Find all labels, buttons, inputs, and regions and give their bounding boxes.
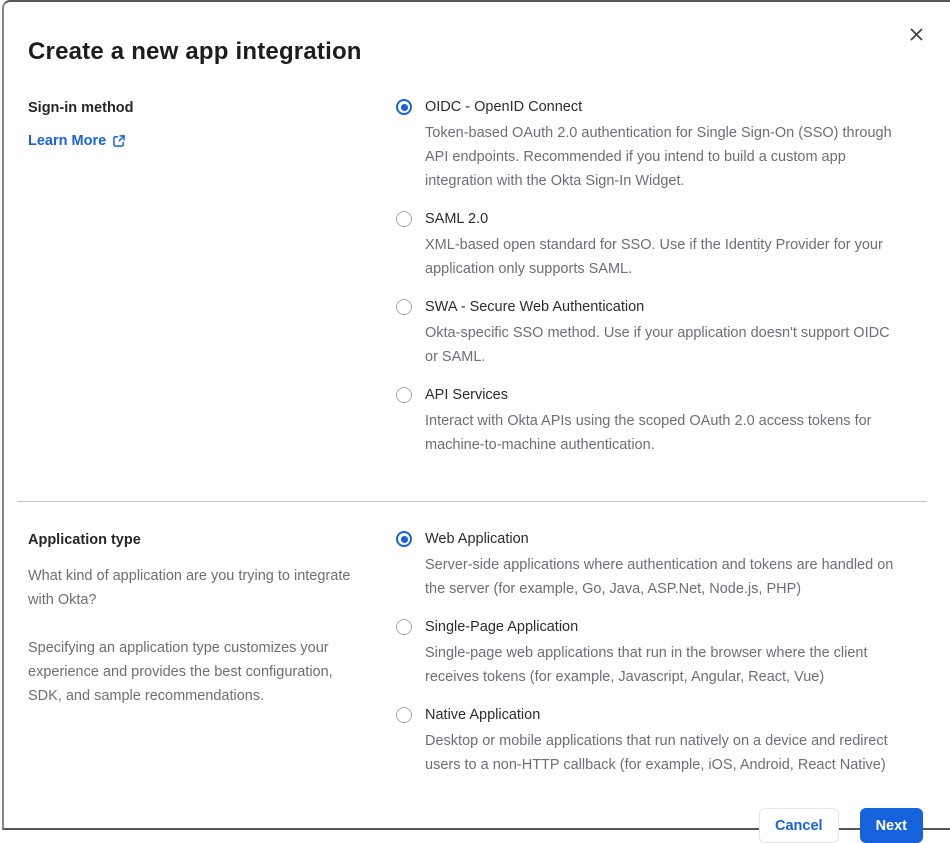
radio-native-application[interactable] [396, 707, 412, 723]
radio-option-oidc: OIDC - OpenID Connect Token-based OAuth … [396, 98, 899, 193]
learn-more-link[interactable]: Learn More [28, 133, 126, 149]
radio-description-api-services: Interact with Okta APIs using the scoped… [425, 413, 872, 453]
radio-description-saml: XML-based open standard for SSO. Use if … [425, 237, 883, 277]
learn-more-label: Learn More [28, 133, 107, 149]
radio-option-single-page-application: Single-Page Application Single-page web … [396, 618, 899, 689]
radio-description-web-application: Server-side applications where authentic… [425, 557, 894, 597]
radio-description-native-application: Desktop or mobile applications that run … [425, 733, 888, 773]
radio-option-swa: SWA - Secure Web Authentication Okta-spe… [396, 298, 899, 369]
close-icon [909, 27, 924, 42]
radio-saml[interactable] [396, 211, 412, 227]
external-link-icon [112, 134, 126, 148]
section-divider [17, 501, 927, 502]
radio-option-native-application: Native Application Desktop or mobile app… [396, 706, 899, 777]
radio-swa[interactable] [396, 299, 412, 315]
dialog-title: Create a new app integration [28, 38, 362, 65]
radio-label-web-application[interactable]: Web Application [425, 530, 529, 549]
radio-single-page-application[interactable] [396, 619, 412, 635]
radio-description-single-page-application: Single-page web applications that run in… [425, 645, 868, 685]
application-type-intro: What kind of application are you trying … [28, 568, 351, 608]
radio-option-api-services: API Services Interact with Okta APIs usi… [396, 386, 899, 457]
radio-description-swa: Okta-specific SSO method. Use if your ap… [425, 325, 890, 365]
radio-api-services[interactable] [396, 387, 412, 403]
radio-description-oidc: Token-based OAuth 2.0 authentication for… [425, 125, 892, 189]
radio-oidc[interactable] [396, 99, 412, 115]
radio-label-api-services[interactable]: API Services [425, 386, 508, 405]
sign-in-method-section: Sign-in method Learn More OIDC - OpenID … [28, 98, 923, 457]
create-app-integration-dialog: Create a new app integration Sign-in met… [2, 0, 950, 843]
next-button[interactable]: Next [859, 808, 923, 843]
radio-label-single-page-application[interactable]: Single-Page Application [425, 618, 578, 637]
application-type-note: Specifying an application type customize… [28, 640, 333, 704]
radio-label-oidc[interactable]: OIDC - OpenID Connect [425, 98, 582, 117]
radio-label-native-application[interactable]: Native Application [425, 706, 540, 725]
radio-label-swa[interactable]: SWA - Secure Web Authentication [425, 298, 644, 317]
radio-option-web-application: Web Application Server-side applications… [396, 530, 899, 601]
close-button[interactable] [904, 22, 928, 46]
application-type-label: Application type [28, 532, 141, 548]
radio-label-saml[interactable]: SAML 2.0 [425, 210, 488, 229]
sign-in-method-label: Sign-in method [28, 100, 134, 116]
radio-option-saml: SAML 2.0 XML-based open standard for SSO… [396, 210, 899, 281]
dialog-footer: Cancel Next [28, 808, 923, 843]
application-type-section: Application type What kind of applicatio… [28, 530, 923, 777]
radio-web-application[interactable] [396, 531, 412, 547]
cancel-button[interactable]: Cancel [759, 808, 839, 843]
